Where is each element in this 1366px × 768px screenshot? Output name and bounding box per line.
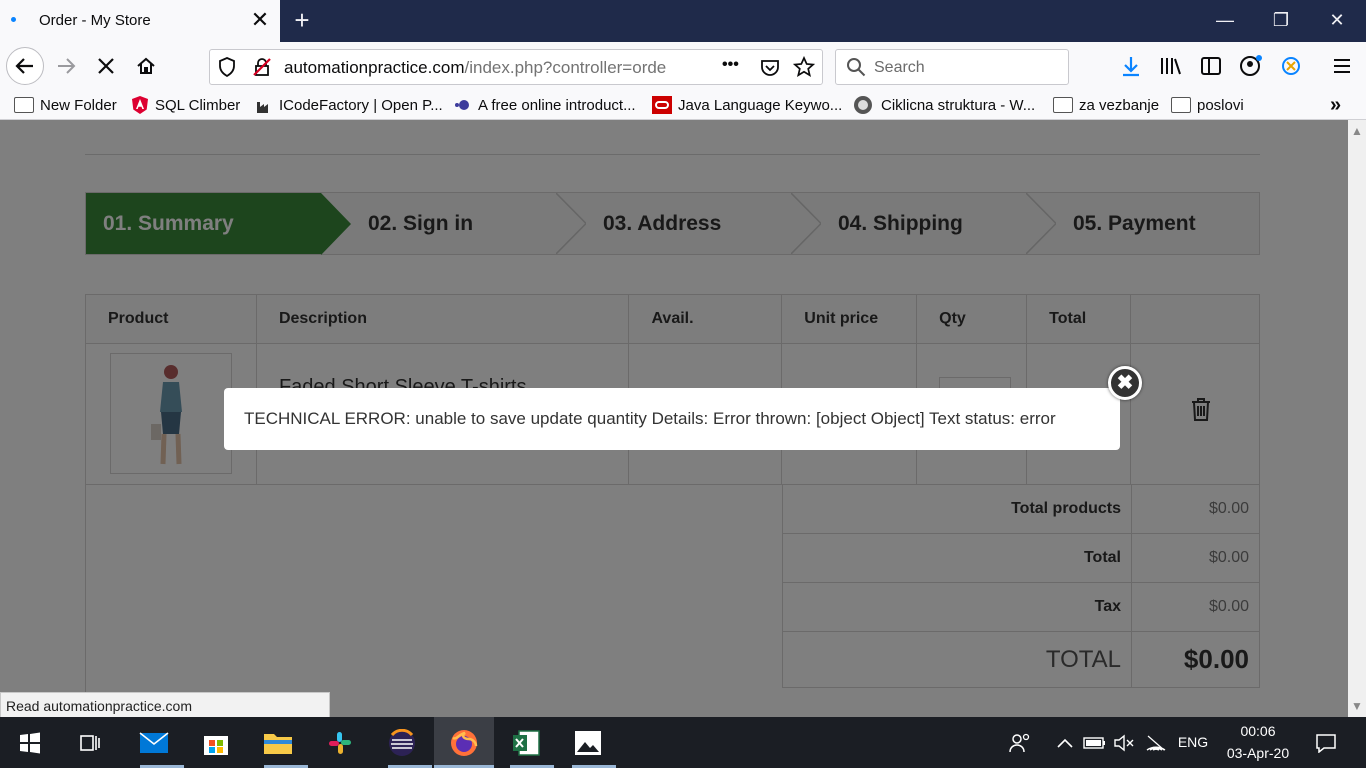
restore-button[interactable]: ❐	[1266, 6, 1296, 34]
bookmark-poslovi[interactable]: poslovi	[1171, 94, 1244, 116]
bookmarks-overflow-chevron-icon[interactable]: »	[1330, 94, 1341, 116]
status-bar: Read automationpractice.com	[0, 692, 330, 718]
minimize-button[interactable]: —	[1210, 6, 1240, 34]
new-tab-button[interactable]: +	[288, 6, 316, 34]
insecure-lock-icon	[253, 58, 271, 76]
bookmark-ciklicna[interactable]: Ciklicna struktura - W...	[853, 94, 1035, 116]
factory-icon	[257, 102, 268, 113]
shield-icon	[219, 57, 235, 77]
pocket-icon[interactable]	[760, 57, 780, 77]
task-view-icon[interactable]	[74, 727, 106, 759]
clock-time[interactable]: 00:06	[1220, 723, 1296, 739]
browser-tab[interactable]: Order - My Store ✕	[0, 0, 280, 42]
angular-icon	[132, 96, 148, 114]
taskbar: ENG 00:06 03-Apr-20	[0, 717, 1366, 768]
folder-icon	[1171, 97, 1191, 113]
extension-button[interactable]	[1275, 50, 1307, 82]
bookmark-java-keywords[interactable]: Java Language Keywo...	[652, 94, 842, 116]
people-icon[interactable]	[1004, 727, 1036, 759]
volume-muted-icon[interactable]	[1108, 727, 1140, 759]
tab-title: Order - My Store	[39, 12, 151, 29]
download-arrow-icon	[1123, 57, 1139, 77]
tab-close-button[interactable]: ✕	[248, 8, 272, 32]
screen: { "browser": { "tab_title": "Order - My …	[0, 0, 1366, 768]
back-button[interactable]	[6, 47, 44, 85]
folder-icon	[14, 97, 34, 113]
bookmark-label: poslovi	[1197, 96, 1244, 114]
excel-icon[interactable]	[510, 727, 542, 759]
bookmark-label: SQL Climber	[155, 96, 241, 114]
bookmark-label: New Folder	[40, 96, 117, 114]
downloads-button[interactable]	[1115, 50, 1147, 82]
scroll-up-icon[interactable]: ▲	[1351, 124, 1363, 138]
bookmark-new-folder[interactable]: New Folder	[14, 94, 117, 116]
stop-button[interactable]	[90, 50, 122, 82]
error-modal: TECHNICAL ERROR: unable to save update q…	[224, 366, 1142, 450]
menu-button[interactable]	[1326, 50, 1358, 82]
bookmark-label: ICodeFactory | Open P...	[279, 96, 443, 114]
dot-icon	[455, 100, 469, 110]
url-text: automationpractice.com/index.php?control…	[284, 58, 684, 78]
sidebar-icon	[1201, 57, 1221, 75]
eclipse-icon[interactable]	[386, 727, 418, 759]
bookmark-star-icon[interactable]	[793, 56, 815, 78]
firefox-icon[interactable]	[448, 727, 480, 759]
wifi-icon[interactable]	[1140, 727, 1172, 759]
folder-icon	[1053, 97, 1073, 113]
forward-button[interactable]	[50, 50, 82, 82]
error-message: TECHNICAL ERROR: unable to save update q…	[244, 409, 1056, 428]
search-bar[interactable]: Search	[835, 49, 1069, 85]
stop-x-icon	[98, 58, 114, 74]
oracle-icon	[652, 96, 672, 114]
account-button[interactable]	[1235, 50, 1267, 82]
url-domain: automationpractice.com	[284, 58, 465, 77]
mail-icon[interactable]	[138, 727, 170, 759]
bookmark-label: Java Language Keywo...	[678, 96, 843, 114]
web-page: 01. Summary 02. Sign in 03. Address 04. …	[0, 120, 1348, 717]
bookmark-za-vezbanje[interactable]: za vezbanje	[1053, 94, 1159, 116]
close-icon[interactable]: ✖	[1108, 366, 1142, 400]
bookmark-label: za vezbanje	[1079, 96, 1160, 114]
search-icon	[847, 58, 866, 77]
battery-icon[interactable]	[1079, 727, 1111, 759]
notifications-icon[interactable]	[1310, 727, 1342, 759]
sidebar-button[interactable]	[1195, 50, 1227, 82]
vertical-scrollbar[interactable]: ▲ ▼	[1348, 120, 1366, 717]
title-bar: Order - My Store ✕ + — ❐ ✕	[0, 0, 1366, 42]
url-bar[interactable]: automationpractice.com/index.php?control…	[209, 49, 823, 85]
search-placeholder: Search	[874, 59, 925, 76]
hamburger-menu-icon	[1334, 59, 1350, 73]
bookmark-label: A free online introduct...	[478, 96, 636, 114]
photos-icon[interactable]	[572, 727, 604, 759]
window-close-button[interactable]: ✕	[1322, 6, 1352, 34]
clock-date[interactable]: 03-Apr-20	[1220, 745, 1296, 761]
store-icon[interactable]	[200, 727, 232, 759]
extension-icon	[1282, 57, 1300, 75]
bookmark-label: Ciklicna struktura - W...	[881, 96, 1036, 114]
library-button[interactable]	[1155, 50, 1187, 82]
bookmarks-toolbar: New Folder SQL Climber ICodeFactory | Op…	[0, 90, 1366, 120]
page-actions-button[interactable]: •••	[722, 56, 739, 74]
home-button[interactable]	[130, 50, 162, 82]
url-path: /index.php?controller=orde	[464, 58, 667, 77]
scroll-down-icon[interactable]: ▼	[1351, 699, 1363, 713]
globe-icon	[854, 96, 872, 114]
slack-icon[interactable]	[324, 727, 356, 759]
tray-chevron-up-icon[interactable]	[1049, 727, 1081, 759]
loading-indicator-icon	[11, 17, 16, 22]
bookmark-sql-climber[interactable]: SQL Climber	[131, 94, 240, 116]
bookmark-icodefactory[interactable]: ICodeFactory | Open P...	[255, 94, 443, 116]
arrow-right-icon	[58, 58, 76, 74]
account-icon	[1240, 55, 1262, 76]
navigation-toolbar: automationpractice.com/index.php?control…	[0, 42, 1366, 90]
arrow-left-icon	[15, 58, 33, 74]
home-icon	[137, 57, 155, 74]
bookmark-free-online[interactable]: A free online introduct...	[454, 94, 636, 116]
windows-start-icon[interactable]	[14, 727, 46, 759]
file-explorer-icon[interactable]	[262, 727, 294, 759]
library-icon	[1161, 58, 1181, 75]
language-indicator[interactable]: ENG	[1176, 734, 1210, 750]
